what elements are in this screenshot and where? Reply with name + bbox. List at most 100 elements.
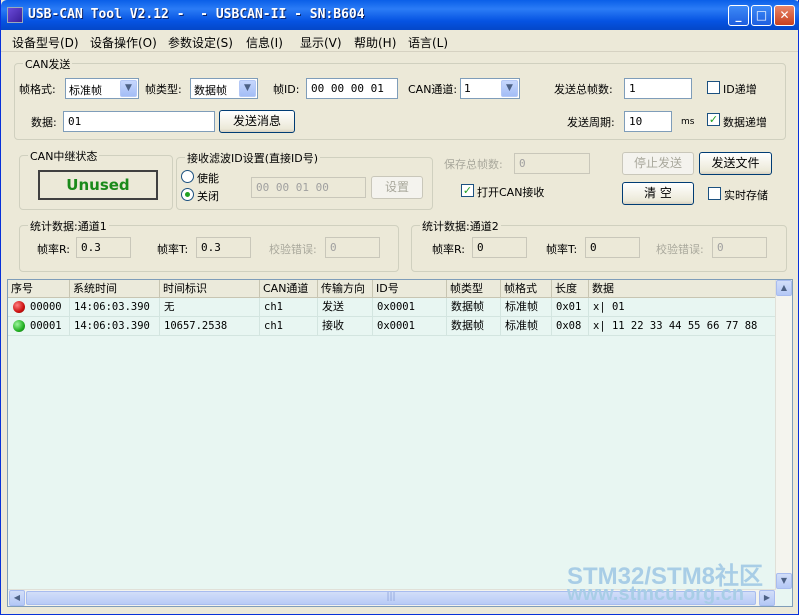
scroll-up-icon[interactable]: ▲: [776, 280, 792, 296]
cell-frame-format: 标准帧: [501, 317, 552, 336]
open-can-receive-checkbox[interactable]: ✓: [461, 184, 474, 197]
menu-device-model[interactable]: 设备型号(D): [12, 34, 79, 51]
data-increment-label: 数据递增: [723, 116, 767, 129]
cell-timestamp: 无: [160, 298, 260, 317]
chevron-down-icon: ▼: [120, 80, 137, 97]
window-title: USB-CAN Tool V2.12 - - USBCAN-II - SN:B6…: [28, 7, 365, 22]
can-channel-select[interactable]: 1 ▼: [460, 78, 520, 99]
filter-close-radio[interactable]: [181, 188, 194, 201]
cell-system-time: 14:06:03.390: [70, 317, 160, 336]
filter-id-input[interactable]: 00 00 01 00: [251, 177, 366, 198]
ch1-checksum-label: 校验错误:: [269, 243, 317, 256]
frame-format-label: 帧格式:: [19, 83, 56, 96]
total-frames-input[interactable]: 1: [624, 78, 692, 99]
table-row[interactable]: 00001 14:06:03.390 10657.2538 ch1 接收 0x0…: [8, 317, 776, 336]
filter-enable-label: 使能: [197, 172, 219, 185]
col-header-length[interactable]: 长度: [552, 280, 589, 298]
frame-format-select[interactable]: 标准帧 ▼: [65, 78, 139, 99]
stop-send-button[interactable]: 停止发送: [622, 152, 694, 175]
filter-close-label: 关闭: [197, 190, 219, 203]
ch2-checksum-value: 0: [712, 237, 767, 258]
cell-seq: 00000: [8, 298, 70, 317]
menu-help[interactable]: 帮助(H): [354, 34, 396, 51]
seq-value: 00000: [30, 301, 62, 313]
vertical-scrollbar[interactable]: ▲ ▼: [775, 280, 792, 589]
cell-system-time: 14:06:03.390: [70, 298, 160, 317]
col-header-id[interactable]: ID号: [373, 280, 447, 298]
frame-type-select[interactable]: 数据帧 ▼: [190, 78, 258, 99]
send-message-button[interactable]: 发送消息: [219, 110, 295, 133]
app-icon: [7, 7, 23, 23]
green-status-icon: [13, 320, 25, 332]
send-file-button[interactable]: 发送文件: [699, 152, 772, 175]
ch1-rate-r-label: 帧率R:: [37, 243, 71, 256]
total-frames-label: 发送总帧数:: [554, 83, 613, 96]
col-header-can-channel[interactable]: CAN通道: [260, 280, 318, 298]
menu-parameter-settings[interactable]: 参数设定(S): [168, 34, 233, 51]
frame-type-value: 数据帧: [194, 84, 227, 97]
can-send-title: CAN发送: [23, 56, 73, 72]
table-row[interactable]: 00000 14:06:03.390 无 ch1 发送 0x0001 数据帧 标…: [8, 298, 776, 317]
seq-value: 00001: [30, 320, 62, 332]
ch2-rate-t-value: 0: [585, 237, 640, 258]
cell-id: 0x0001: [373, 317, 447, 336]
minimize-button[interactable]: _: [728, 5, 749, 26]
menu-language[interactable]: 语言(L): [408, 34, 448, 51]
col-header-direction[interactable]: 传输方向: [318, 280, 373, 298]
filter-enable-radio[interactable]: [181, 170, 194, 183]
realtime-save-checkbox[interactable]: [708, 187, 721, 200]
saved-frames-input[interactable]: 0: [514, 153, 590, 174]
send-period-label: 发送周期:: [567, 116, 615, 129]
data-input[interactable]: 01: [63, 111, 215, 132]
menu-display[interactable]: 显示(V): [300, 34, 342, 51]
cell-id: 0x0001: [373, 298, 447, 317]
menu-info[interactable]: 信息(I): [246, 34, 283, 51]
close-button[interactable]: ✕: [774, 5, 795, 26]
cell-data: x| 01: [593, 301, 625, 313]
col-header-frame-type[interactable]: 帧类型: [447, 280, 501, 298]
ch2-rate-t-label: 帧率T:: [546, 243, 578, 256]
col-header-seq[interactable]: 序号: [8, 280, 70, 298]
filter-set-button[interactable]: 设置: [371, 176, 423, 199]
col-header-data[interactable]: 数据: [589, 280, 776, 298]
ch2-checksum-label: 校验错误:: [656, 243, 704, 256]
cell-direction: 接收: [318, 317, 373, 336]
can-channel-label: CAN通道:: [408, 83, 458, 96]
receive-filter-title: 接收滤波ID设置(直接ID号): [185, 150, 321, 166]
col-header-timestamp[interactable]: 时间标识: [160, 280, 260, 298]
frame-id-input[interactable]: 00 00 00 01: [306, 78, 398, 99]
stats-channel1-title: 统计数据:通道1: [28, 218, 109, 234]
id-increment-label: ID递增: [723, 83, 757, 96]
cell-length: 0x08: [552, 317, 589, 336]
col-header-system-time[interactable]: 系统时间: [70, 280, 160, 298]
frame-id-label: 帧ID:: [273, 83, 300, 96]
chevron-down-icon: ▼: [501, 80, 518, 97]
main-window: USB-CAN Tool V2.12 - - USBCAN-II - SN:B6…: [0, 0, 799, 615]
ch2-rate-r-label: 帧率R:: [432, 243, 466, 256]
chevron-down-icon: ▼: [239, 80, 256, 97]
ch1-rate-t-value: 0.3: [196, 237, 251, 258]
cell-frame-type: 数据帧: [447, 317, 501, 336]
ch1-rate-t-label: 帧率T:: [157, 243, 189, 256]
frame-format-value: 标准帧: [69, 84, 102, 97]
data-increment-checkbox[interactable]: ✓: [707, 113, 720, 126]
ch2-rate-r-value: 0: [472, 237, 527, 258]
menu-device-operation[interactable]: 设备操作(O): [90, 34, 157, 51]
send-period-input[interactable]: 10: [624, 111, 672, 132]
can-relay-title: CAN中继状态: [28, 148, 100, 164]
frame-type-label: 帧类型:: [145, 83, 182, 96]
col-header-frame-format[interactable]: 帧格式: [501, 280, 552, 298]
table-header: 序号 系统时间 时间标识 CAN通道 传输方向 ID号 帧类型 帧格式 长度 数…: [8, 280, 776, 298]
maximize-button[interactable]: □: [751, 5, 772, 26]
clear-button[interactable]: 清 空: [622, 182, 694, 205]
scroll-right-icon[interactable]: ▶: [759, 590, 775, 606]
cell-direction: 发送: [318, 298, 373, 317]
scroll-left-icon[interactable]: ◀: [9, 590, 25, 606]
id-increment-checkbox[interactable]: [707, 81, 720, 94]
scroll-down-icon[interactable]: ▼: [776, 573, 792, 589]
ch1-checksum-value: 0: [325, 237, 380, 258]
title-bar[interactable]: USB-CAN Tool V2.12 - - USBCAN-II - SN:B6…: [1, 0, 799, 30]
cell-timestamp: 10657.2538: [160, 317, 260, 336]
menu-bar: 设备型号(D) 设备操作(O) 参数设定(S) 信息(I) 显示(V) 帮助(H…: [1, 30, 798, 52]
ch1-rate-r-value: 0.3: [76, 237, 131, 258]
